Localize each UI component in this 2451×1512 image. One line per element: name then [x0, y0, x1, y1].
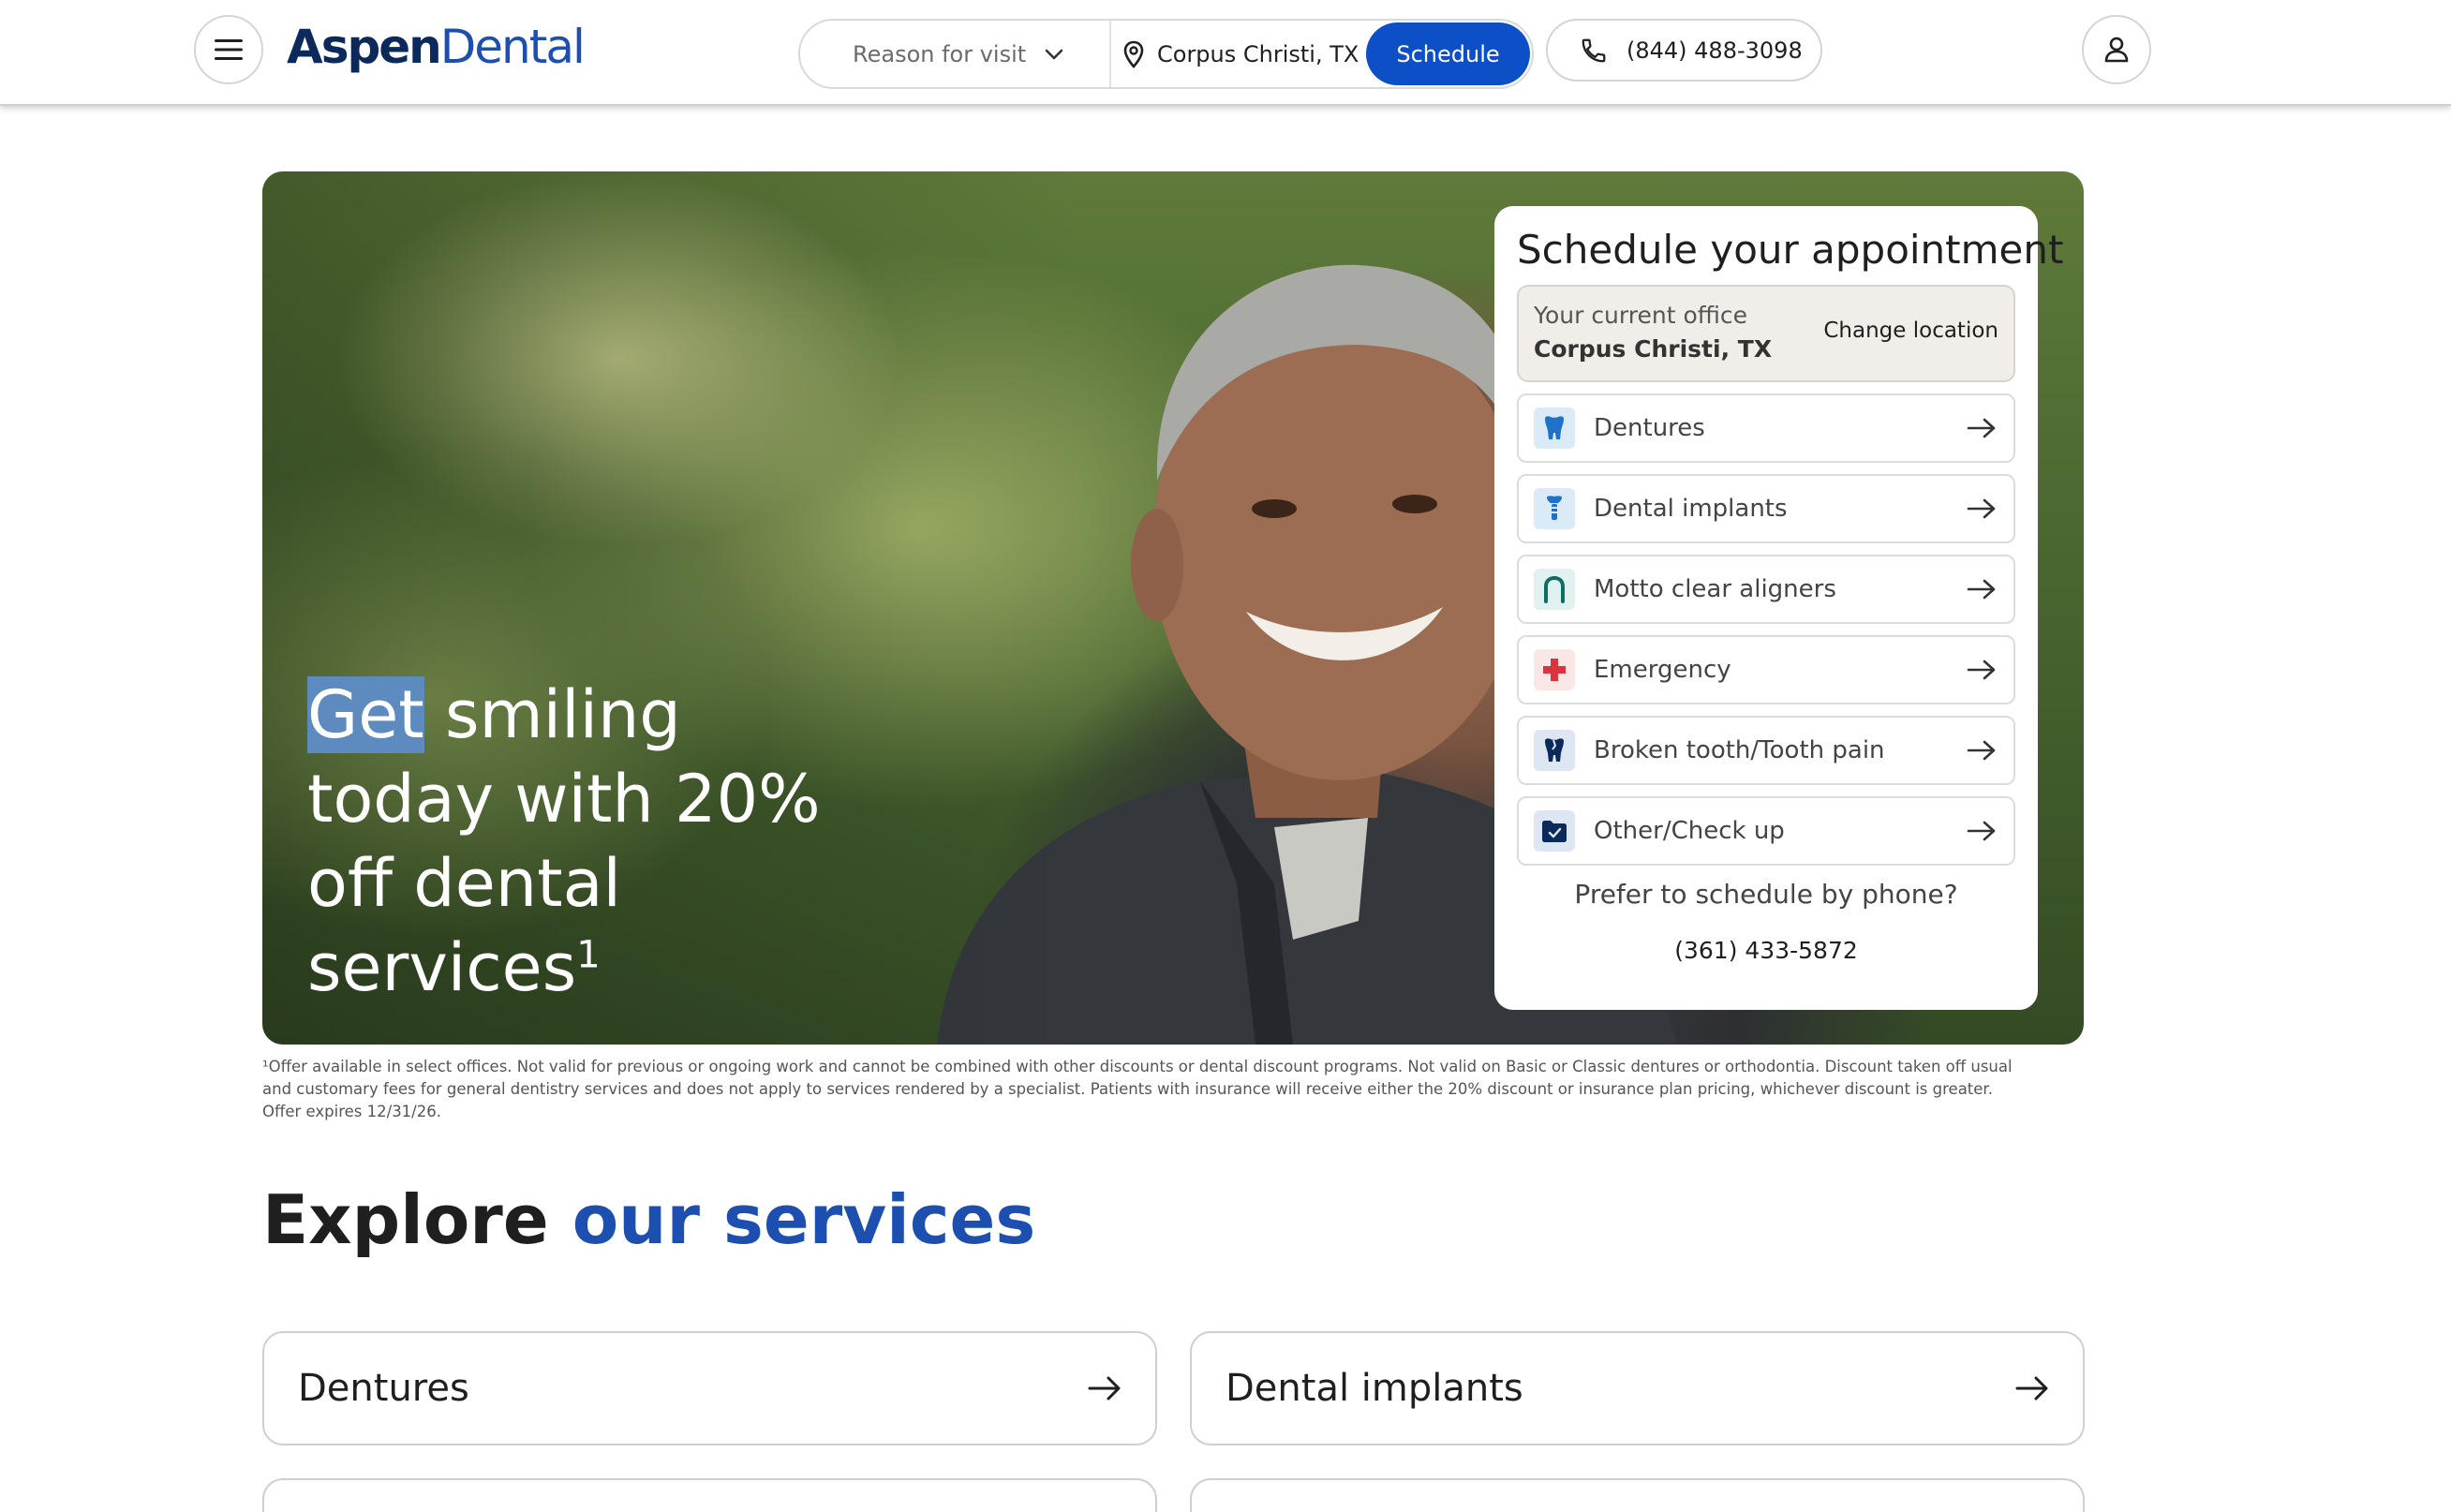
- service-label: Dentures: [1594, 414, 1705, 442]
- current-office-label: Your current office: [1534, 302, 1748, 329]
- service-motto-clear-aligners[interactable]: Motto clear aligners: [1517, 555, 2015, 624]
- service-label: Motto clear aligners: [1594, 575, 1836, 603]
- service-tile-label: Dental implants: [1226, 1367, 1523, 1410]
- hamburger-icon: [215, 39, 243, 60]
- site-header: AspenDental Reason for visit Corpus Chri…: [0, 0, 2451, 106]
- service-label: Other/Check up: [1594, 817, 1785, 845]
- service-broken-tooth[interactable]: Broken tooth/Tooth pain: [1517, 716, 2015, 785]
- service-dentures[interactable]: Dentures: [1517, 393, 2015, 463]
- schedule-card-title: Schedule your appointment: [1517, 227, 2064, 273]
- emergency-cross-icon: [1534, 649, 1575, 690]
- hero-headline-highlight: Get: [307, 676, 424, 753]
- hero-footnote-mark: 1: [576, 933, 601, 977]
- explore-services-heading: Explore our services: [262, 1180, 1035, 1259]
- logo-dental-text: Dental: [439, 20, 586, 74]
- service-tile-label: Dentures: [298, 1367, 469, 1410]
- checkup-icon: [1534, 810, 1575, 852]
- implant-icon: [1534, 488, 1575, 529]
- prefer-phone-text: Prefer to schedule by phone?: [1574, 879, 1958, 910]
- arrow-right-icon: [1088, 1376, 1121, 1401]
- denture-icon: [1534, 408, 1575, 449]
- aspen-dental-logo[interactable]: AspenDental: [287, 19, 586, 75]
- header-phone-number: (844) 488-3098: [1627, 37, 1803, 64]
- location-pin-icon: [1123, 40, 1144, 68]
- logo-aspen-text: Aspen: [287, 20, 442, 74]
- service-label: Emergency: [1594, 656, 1731, 684]
- arrow-right-icon: [1967, 498, 1996, 519]
- change-location-link[interactable]: Change location: [1823, 319, 1998, 343]
- location-selector[interactable]: Corpus Christi, TX: [1123, 21, 1359, 87]
- location-text: Corpus Christi, TX: [1157, 40, 1359, 67]
- current-office-city: Corpus Christi, TX: [1534, 335, 1773, 363]
- service-tile-dentures[interactable]: Dentures: [262, 1331, 1157, 1445]
- visit-search-bar: Reason for visit Corpus Christi, TX Sche…: [798, 19, 1534, 89]
- service-dental-implants[interactable]: Dental implants: [1517, 474, 2015, 543]
- service-tile-partial[interactable]: [262, 1478, 1157, 1512]
- reason-for-visit-select[interactable]: Reason for visit: [800, 21, 1109, 87]
- hero-headline: Get smiling today with 20% off dental se…: [307, 673, 832, 1010]
- service-label: Broken tooth/Tooth pain: [1594, 736, 1885, 764]
- service-other-check-up[interactable]: Other/Check up: [1517, 796, 2015, 866]
- user-icon: [2104, 37, 2129, 63]
- service-tile-dental-implants[interactable]: Dental implants: [1190, 1331, 2085, 1445]
- search-divider: [1109, 21, 1111, 87]
- explore-heading-accent: our services: [572, 1180, 1036, 1259]
- service-tile-partial[interactable]: [1190, 1478, 2085, 1512]
- phone-icon: [1582, 38, 1606, 62]
- current-office-box: Your current office Corpus Christi, TX C…: [1517, 285, 2015, 382]
- arrow-right-icon: [1967, 821, 1996, 841]
- aligner-icon: [1534, 569, 1575, 610]
- arrow-right-icon: [1967, 660, 1996, 680]
- service-emergency[interactable]: Emergency: [1517, 635, 2015, 704]
- offer-disclaimer: ¹Offer available in select offices. Not …: [262, 1058, 2013, 1120]
- schedule-card: Schedule your appointment Your current o…: [1494, 206, 2064, 1010]
- explore-heading-plain: Explore: [262, 1180, 572, 1259]
- arrow-right-icon: [2015, 1376, 2048, 1401]
- menu-button[interactable]: [194, 15, 263, 84]
- broken-tooth-icon: [1534, 730, 1575, 771]
- chevron-down-icon: [1045, 49, 1063, 59]
- arrow-right-icon: [1967, 418, 1996, 438]
- arrow-right-icon: [1967, 579, 1996, 600]
- arrow-right-icon: [1967, 740, 1996, 761]
- account-button[interactable]: [2082, 15, 2151, 84]
- reason-placeholder: Reason for visit: [853, 40, 1027, 67]
- header-phone-button[interactable]: (844) 488-3098: [1546, 19, 1822, 82]
- office-phone-link[interactable]: (361) 433-5872: [1494, 937, 2038, 964]
- service-label: Dental implants: [1594, 495, 1788, 523]
- schedule-button[interactable]: Schedule: [1366, 22, 1530, 85]
